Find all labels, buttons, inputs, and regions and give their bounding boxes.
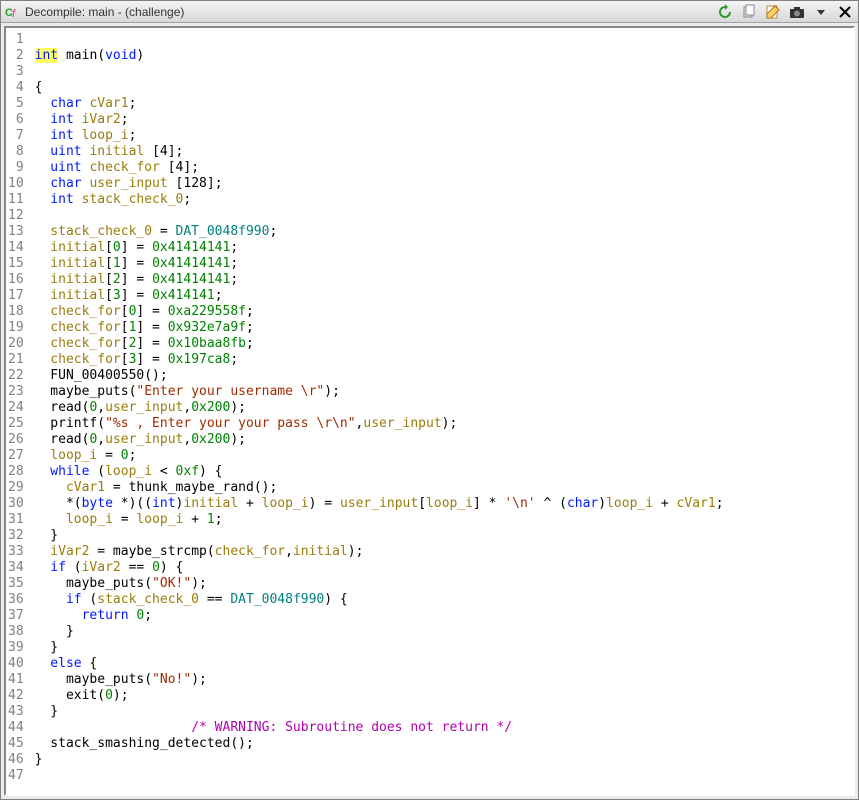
- line-number: 8: [8, 144, 24, 160]
- menu-dropdown-icon[interactable]: [812, 3, 830, 21]
- decompile-window: Cf Decompile: main - (challenge): [0, 0, 859, 800]
- app-icon: Cf: [5, 4, 21, 20]
- line-number: 35: [8, 576, 24, 592]
- line-number: 24: [8, 400, 24, 416]
- line-number: 17: [8, 288, 24, 304]
- line-number: 37: [8, 608, 24, 624]
- line-number: 20: [8, 336, 24, 352]
- close-icon[interactable]: [836, 3, 854, 21]
- line-number: 38: [8, 624, 24, 640]
- line-number: 41: [8, 672, 24, 688]
- window-title: Decompile: main - (challenge): [25, 5, 716, 19]
- line-number: 28: [8, 464, 24, 480]
- line-number: 1: [8, 32, 24, 48]
- line-number: 13: [8, 224, 24, 240]
- line-number: 18: [8, 304, 24, 320]
- editor-area: 1234567891011121314151617181920212223242…: [4, 26, 855, 796]
- line-number: 9: [8, 160, 24, 176]
- edit-icon[interactable]: [764, 3, 782, 21]
- line-number: 7: [8, 128, 24, 144]
- line-number: 26: [8, 432, 24, 448]
- line-number: 27: [8, 448, 24, 464]
- line-number: 43: [8, 704, 24, 720]
- line-number: 45: [8, 736, 24, 752]
- titlebar-toolbar: [716, 3, 854, 21]
- line-number: 15: [8, 256, 24, 272]
- line-number-gutter: 1234567891011121314151617181920212223242…: [6, 28, 29, 794]
- line-number: 11: [8, 192, 24, 208]
- svg-text:f: f: [12, 8, 16, 20]
- copy-icon[interactable]: [740, 3, 758, 21]
- line-number: 47: [8, 768, 24, 784]
- line-number: 5: [8, 96, 24, 112]
- line-number: 44: [8, 720, 24, 736]
- line-number: 12: [8, 208, 24, 224]
- line-number: 3: [8, 64, 24, 80]
- line-number: 32: [8, 528, 24, 544]
- line-number: 33: [8, 544, 24, 560]
- line-number: 34: [8, 560, 24, 576]
- line-number: 10: [8, 176, 24, 192]
- line-number: 6: [8, 112, 24, 128]
- line-number: 21: [8, 352, 24, 368]
- line-number: 14: [8, 240, 24, 256]
- line-number: 25: [8, 416, 24, 432]
- line-number: 40: [8, 656, 24, 672]
- line-number: 22: [8, 368, 24, 384]
- line-number: 36: [8, 592, 24, 608]
- refresh-icon[interactable]: [716, 3, 734, 21]
- line-number: 23: [8, 384, 24, 400]
- line-number: 30: [8, 496, 24, 512]
- line-number: 2: [8, 48, 24, 64]
- titlebar: Cf Decompile: main - (challenge): [1, 1, 858, 23]
- snapshot-icon[interactable]: [788, 3, 806, 21]
- line-number: 31: [8, 512, 24, 528]
- line-number: 29: [8, 480, 24, 496]
- line-number: 4: [8, 80, 24, 96]
- line-number: 39: [8, 640, 24, 656]
- line-number: 46: [8, 752, 24, 768]
- line-number: 16: [8, 272, 24, 288]
- decompiled-code[interactable]: int main(void){char cVar1;int iVar2;int …: [29, 28, 853, 794]
- line-number: 42: [8, 688, 24, 704]
- line-number: 19: [8, 320, 24, 336]
